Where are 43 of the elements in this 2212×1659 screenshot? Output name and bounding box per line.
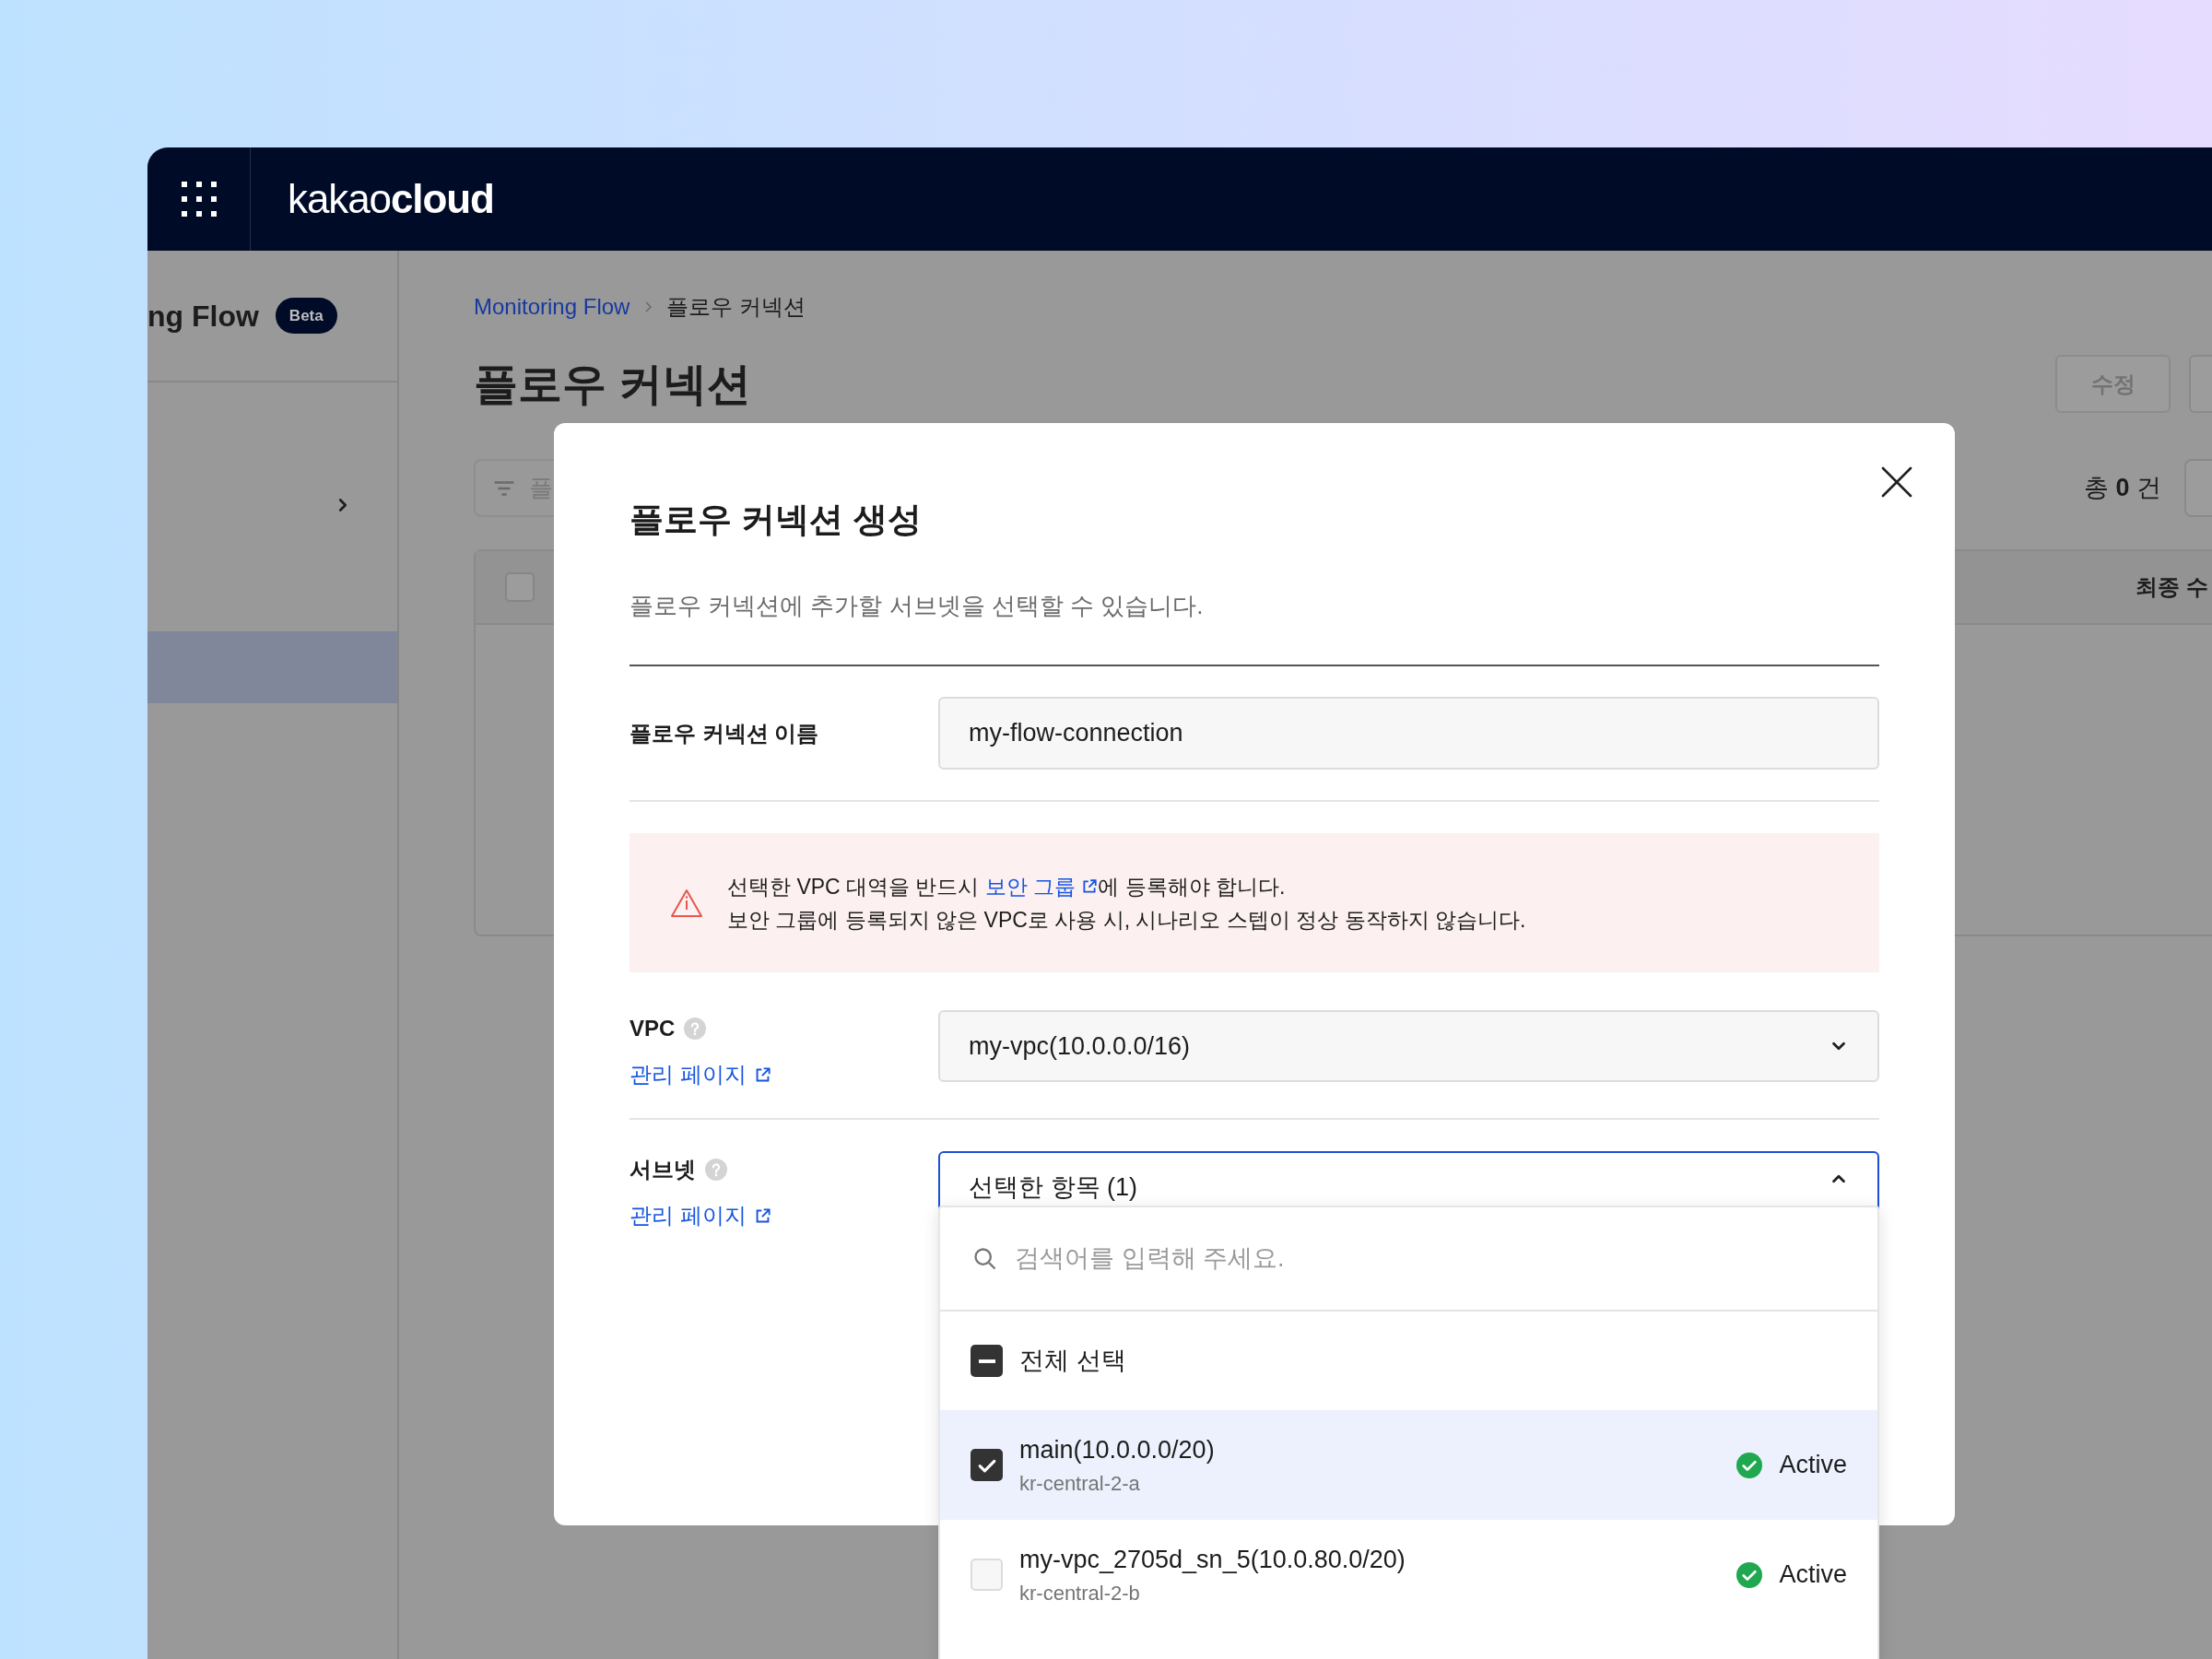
apps-grid-icon[interactable] [181, 182, 217, 217]
close-icon[interactable] [1881, 466, 1912, 498]
manage-page-link[interactable]: 관리 페이지 [629, 1058, 771, 1091]
security-group-link[interactable]: 보안 그룹 [984, 869, 1099, 903]
subnet-option[interactable]: main(10.0.0.0/20) kr-central-2-a Active [940, 1410, 1877, 1520]
search-icon [972, 1245, 998, 1272]
warning-icon [670, 888, 703, 918]
availability-zone: kr-central-2-b [1019, 1580, 1141, 1606]
sidebar-item[interactable] [147, 631, 397, 703]
column-header: 최종 수 [2136, 573, 2209, 601]
field-label: 서브넷 [629, 1156, 696, 1183]
checkbox[interactable] [971, 1559, 1003, 1591]
field-label: 플로우 커넥션 이름 [629, 719, 819, 747]
checkbox[interactable] [971, 1449, 1003, 1481]
warning-text: 선택한 VPC 대역을 반드시 보안 그룹 에 등록해야 합니다. [727, 869, 1526, 903]
modal-title: 플로우 커넥션 생성 [629, 500, 923, 540]
external-link-icon [1081, 877, 1099, 895]
total-count: 총 0 건 [2083, 473, 2161, 504]
select-all-checkbox[interactable] [971, 1345, 1003, 1377]
subnet-name: my-vpc_2705d_sn_5(10.0.80.0/20) [1019, 1544, 1406, 1575]
help-icon[interactable] [684, 1018, 707, 1040]
subnet-option[interactable]: my-vpc_2705d_sn_5(10.0.80.0/20) kr-central-2-b Active [940, 1520, 1877, 1630]
beta-badge: Beta [275, 297, 337, 335]
modal-description: 플로우 커넥션에 추가할 서브넷을 선택할 수 있습니다. [629, 591, 1205, 621]
select-all-option[interactable]: 전체 선택 [940, 1312, 1877, 1410]
page-title: 플로우 커넥션 [474, 358, 752, 410]
logo[interactable]: kakaocloud [288, 169, 494, 229]
breadcrumb-current: 플로우 커넥션 [666, 293, 806, 321]
search-input-field[interactable]: 검색어를 입력해 주세요. [1015, 1240, 1877, 1277]
sidebar-title: ng Flow [147, 298, 259, 335]
vpc-select[interactable]: my-vpc(10.0.0.0/16) [938, 1010, 1879, 1082]
name-input-field[interactable]: my-flow-connection [938, 697, 1879, 770]
subnet-name: main(10.0.0.0/20) [1019, 1434, 1216, 1465]
status-check-icon [1736, 1452, 1763, 1478]
warning-text: 보안 그룹에 등록되지 않은 VPC로 사용 시, 시나리오 스텝이 정상 동작하지 않습니다. [727, 906, 1526, 934]
field-label: VPC [629, 1015, 676, 1042]
manage-page-link[interactable]: 관리 페이지 [629, 1199, 771, 1232]
minus-icon [978, 1359, 995, 1363]
status-text: Active [1779, 1450, 1847, 1481]
status-check-icon [1736, 1561, 1763, 1588]
help-icon[interactable] [705, 1159, 727, 1181]
availability-zone: kr-central-2-a [1019, 1470, 1141, 1497]
status-text: Active [1779, 1559, 1847, 1591]
